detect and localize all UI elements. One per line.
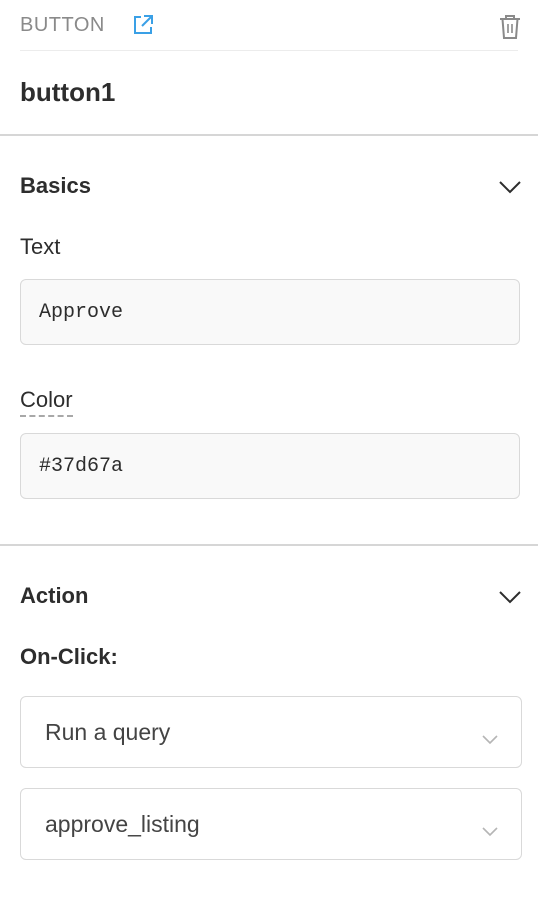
chevron-down-icon bbox=[481, 817, 499, 837]
color-input[interactable]: #37d67a bbox=[20, 433, 520, 499]
query-select-value: approve_listing bbox=[45, 810, 200, 837]
external-link-icon[interactable] bbox=[131, 13, 155, 37]
basics-section-title[interactable]: Basics bbox=[20, 173, 91, 199]
action-section-title[interactable]: Action bbox=[20, 583, 88, 609]
text-input[interactable]: Approve bbox=[20, 279, 520, 345]
component-type-label: BUTTON bbox=[20, 14, 105, 36]
chevron-down-icon[interactable] bbox=[497, 178, 523, 196]
section-divider bbox=[0, 134, 538, 136]
text-field-label: Text bbox=[20, 234, 61, 259]
trash-icon[interactable] bbox=[498, 14, 522, 40]
component-name[interactable]: button1 bbox=[20, 77, 115, 108]
header-divider bbox=[20, 50, 518, 51]
action-type-value: Run a query bbox=[45, 718, 171, 745]
action-type-select[interactable]: Run a query bbox=[20, 696, 522, 768]
onclick-field-label: On-Click: bbox=[20, 644, 118, 669]
color-field-label: Color bbox=[20, 387, 73, 417]
chevron-down-icon[interactable] bbox=[497, 588, 523, 606]
inspector-header: BUTTON bbox=[0, 0, 538, 52]
section-divider bbox=[0, 544, 538, 546]
chevron-down-icon bbox=[481, 725, 499, 745]
query-select[interactable]: approve_listing bbox=[20, 788, 522, 860]
